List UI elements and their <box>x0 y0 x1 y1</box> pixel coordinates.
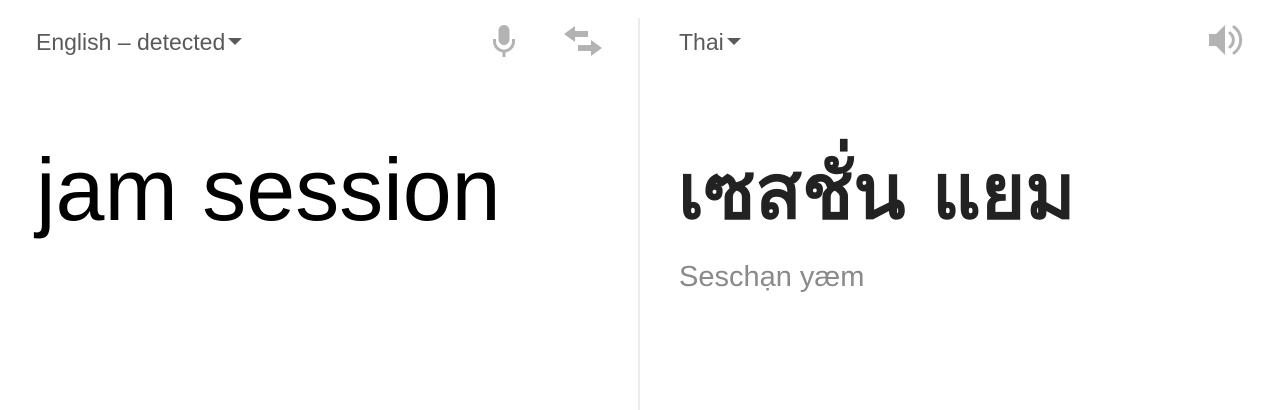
source-panel: English – detected jam session <box>0 0 638 410</box>
transliteration-text: Seschạn yæm <box>679 261 865 293</box>
target-panel: Thai เซสชั่น แยม Seschạn yæm <box>640 0 1281 410</box>
target-language-select[interactable]: Thai <box>679 29 741 55</box>
source-language-select[interactable]: English – detected <box>36 29 243 55</box>
speaker-icon[interactable] <box>1207 22 1245 58</box>
swap-languages-icon[interactable] <box>563 26 603 56</box>
translated-text: เซสชั่น แยม <box>678 147 1076 236</box>
source-text[interactable]: jam session <box>36 138 501 242</box>
microphone-icon[interactable] <box>491 24 517 58</box>
chevron-down-icon <box>228 38 243 46</box>
target-language-label: Thai <box>679 29 724 55</box>
source-language-label: English – detected <box>36 29 226 55</box>
chevron-down-icon <box>726 38 741 46</box>
